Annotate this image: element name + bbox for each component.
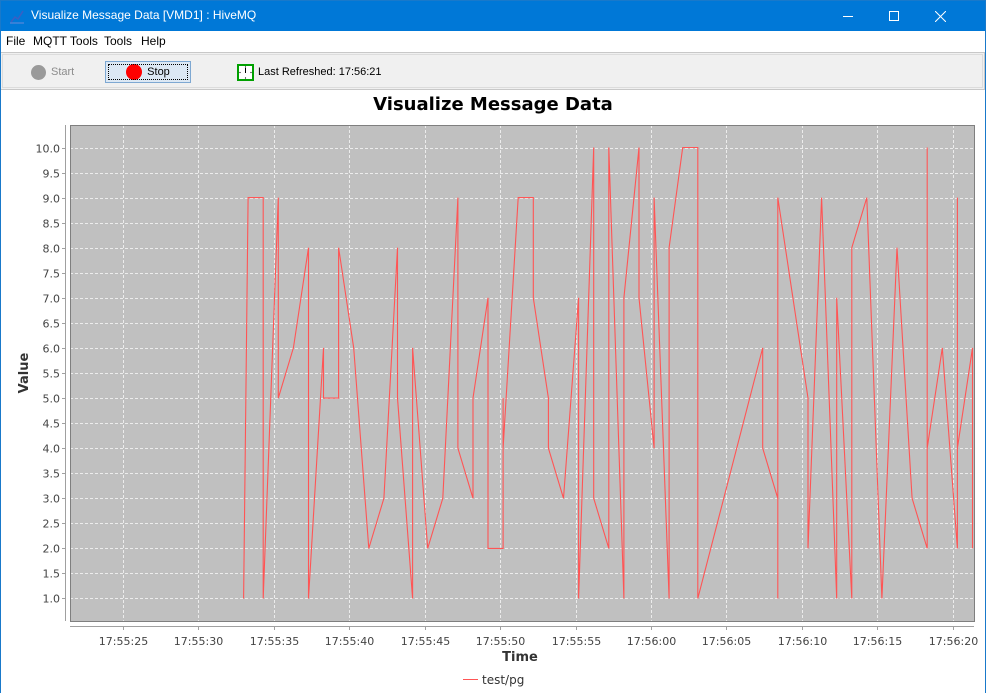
y-tick-label: 6.0 — [43, 343, 61, 356]
chart-panel: Visualize Message Data 1.0 1.5 2.0 2.5 3.0 3.… — [1, 90, 985, 693]
start-button[interactable]: Start — [31, 61, 101, 83]
y-tick-label: 9.5 — [43, 168, 61, 181]
x-tick-label: 17:56:20 — [929, 635, 978, 648]
app-window: Visualize Message Data [VMD1] : HiveMQ F… — [0, 0, 986, 693]
x-tick-label: 17:55:50 — [476, 635, 525, 648]
last-refreshed-status: Last Refreshed: 17:56:21 — [237, 63, 382, 81]
y-tick-label: 4.5 — [43, 418, 61, 431]
minimize-button[interactable] — [825, 1, 871, 31]
y-tick-label: 4.0 — [43, 443, 61, 456]
window-title: Visualize Message Data [VMD1] : HiveMQ — [31, 8, 257, 22]
y-tick-label: 2.5 — [43, 518, 61, 531]
chart-app-icon — [9, 8, 25, 24]
chart-title: Visualize Message Data — [373, 94, 613, 115]
y-axis-label: Value — [17, 352, 32, 393]
x-tick-label: 17:56:10 — [778, 635, 827, 648]
title-bar: Visualize Message Data [VMD1] : HiveMQ — [1, 1, 985, 31]
last-refreshed-label: Last Refreshed: 17:56:21 — [258, 66, 382, 78]
x-tick-label: 17:55:40 — [325, 635, 374, 648]
maximize-button[interactable] — [871, 1, 917, 31]
y-tick-label: 7.5 — [43, 268, 61, 281]
y-tick-label: 3.5 — [43, 468, 61, 481]
x-tick-label: 17:55:45 — [401, 635, 450, 648]
y-tick-label: 6.5 — [43, 318, 61, 331]
menu-mqtt-tools[interactable]: MQTT Tools — [33, 34, 98, 48]
close-icon — [934, 10, 946, 22]
y-tick-label: 1.0 — [43, 593, 61, 606]
y-tick-label: 3.0 — [43, 493, 61, 506]
y-tick-label: 1.5 — [43, 568, 61, 581]
start-icon — [31, 64, 46, 80]
menu-tools[interactable]: Tools — [104, 34, 132, 48]
legend-label: test/pg — [482, 673, 524, 687]
y-tick-label: 8.5 — [43, 218, 61, 231]
y-tick-label: 5.5 — [43, 368, 61, 381]
menu-help[interactable]: Help — [141, 34, 166, 48]
legend: test/pg — [463, 673, 524, 687]
x-tick-label: 17:55:55 — [552, 635, 601, 648]
x-tick-label: 17:56:15 — [853, 635, 902, 648]
y-tick-label: 9.0 — [43, 193, 61, 206]
y-tick-label: 2.0 — [43, 543, 61, 556]
y-tick-label: 10.0 — [36, 143, 61, 156]
x-tick-label: 17:56:05 — [702, 635, 751, 648]
clock-icon — [237, 63, 254, 81]
x-tick-label: 17:55:30 — [174, 635, 223, 648]
start-label: Start — [51, 66, 75, 78]
y-tick-label: 7.0 — [43, 293, 61, 306]
y-tick-label: 8.0 — [43, 243, 61, 256]
y-tick-label: 5.0 — [43, 393, 61, 406]
close-button[interactable] — [917, 1, 963, 31]
toolbar: Start Stop Last Refreshed: 17:56:21 — [1, 52, 985, 90]
x-tick-label: 17:55:25 — [99, 635, 148, 648]
x-tick-label: 17:55:35 — [250, 635, 299, 648]
line-chart: Visualize Message Data 1.0 1.5 2.0 2.5 3.0 3.… — [17, 94, 978, 687]
minimize-icon — [843, 16, 853, 17]
maximize-icon — [889, 11, 899, 21]
x-axis-label: Time — [502, 650, 538, 665]
stop-button[interactable]: Stop — [105, 61, 191, 83]
menu-bar: File MQTT Tools Tools Help — [1, 31, 985, 52]
x-tick-label: 17:56:00 — [627, 635, 676, 648]
menu-file[interactable]: File — [6, 34, 25, 48]
